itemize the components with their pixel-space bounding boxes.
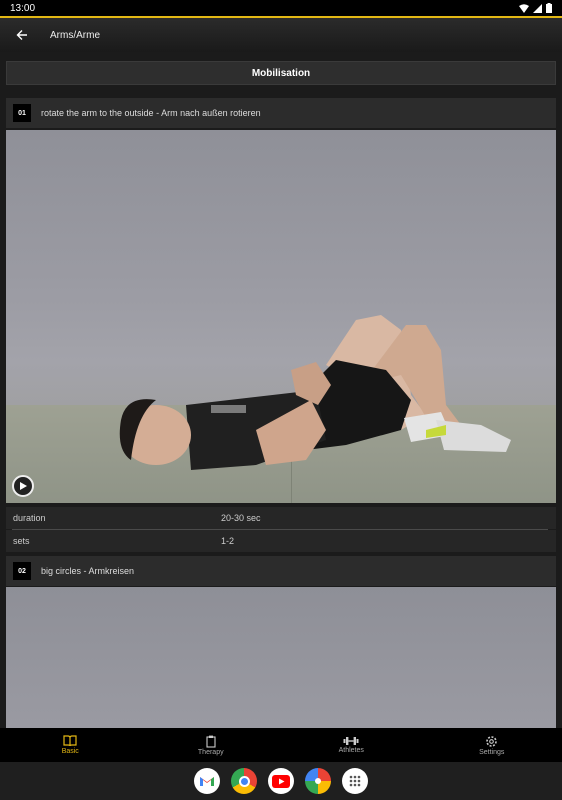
clipboard-icon — [206, 735, 216, 748]
nav-label: Athletes — [338, 747, 364, 754]
chrome-icon[interactable] — [231, 768, 257, 794]
exercise-title: rotate the arm to the outside - Arm nach… — [41, 108, 261, 118]
page-title: Arms/Arme — [50, 29, 100, 41]
nav-settings[interactable]: Settings — [422, 728, 562, 762]
exercise-header[interactable]: 02 big circles - Armkreisen — [6, 556, 556, 586]
detail-value: 1-2 — [221, 536, 235, 546]
taskbar — [0, 762, 562, 800]
play-icon — [20, 482, 27, 490]
youtube-badge — [272, 774, 290, 788]
exercise-header[interactable]: 01 rotate the arm to the outside - Arm n… — [6, 98, 556, 128]
section-title: Mobilisation — [251, 67, 311, 79]
nav-label: Basic — [61, 748, 79, 755]
app-bar: Arms/Arme — [0, 18, 562, 52]
exercise-video-thumbnail[interactable] — [6, 587, 556, 728]
nav-athletes[interactable]: Athletes — [281, 728, 422, 762]
status-time: 13:00 — [10, 2, 36, 14]
detail-label: sets — [13, 536, 30, 546]
gear-icon — [486, 735, 498, 747]
back-button[interactable] — [0, 18, 44, 52]
nav-label: Settings — [479, 748, 505, 756]
detail-value: 20-30 sec — [221, 513, 261, 523]
detail-row-duration: duration 20-30 sec — [6, 507, 556, 529]
battery-icon — [546, 3, 552, 13]
status-bar: 13:00 — [0, 0, 562, 16]
exercise-title: big circles - Armkreisen — [41, 566, 135, 576]
nav-label: Therapy — [197, 748, 224, 756]
nav-basic[interactable]: Basic — [0, 728, 141, 762]
chrome-center — [238, 775, 250, 787]
detail-label: duration — [13, 513, 46, 523]
bottom-navigation: Basic Therapy Athletes Settings — [0, 728, 562, 762]
exercise-video-thumbnail[interactable] — [6, 130, 556, 503]
app-drawer-icon[interactable] — [342, 768, 368, 794]
arrow-left-icon — [16, 30, 27, 40]
detail-row-sets: sets 1-2 — [6, 530, 556, 552]
youtube-icon[interactable] — [268, 768, 294, 794]
exercise-number: 01 — [13, 104, 31, 122]
section-header: Mobilisation — [6, 61, 556, 85]
play-button[interactable] — [12, 475, 34, 497]
wifi-icon — [519, 3, 529, 13]
exercise-list[interactable]: Mobilisation 01 rotate the arm to the ou… — [0, 52, 562, 728]
exercise-number: 02 — [13, 562, 31, 580]
signal-icon — [533, 3, 542, 13]
nav-therapy[interactable]: Therapy — [141, 728, 282, 762]
photos-icon[interactable] — [305, 768, 331, 794]
dumbbell-icon — [343, 737, 359, 745]
photos-center — [315, 778, 321, 784]
athlete-figure — [119, 315, 511, 470]
gmail-icon[interactable] — [194, 768, 220, 794]
book-icon — [63, 735, 77, 747]
